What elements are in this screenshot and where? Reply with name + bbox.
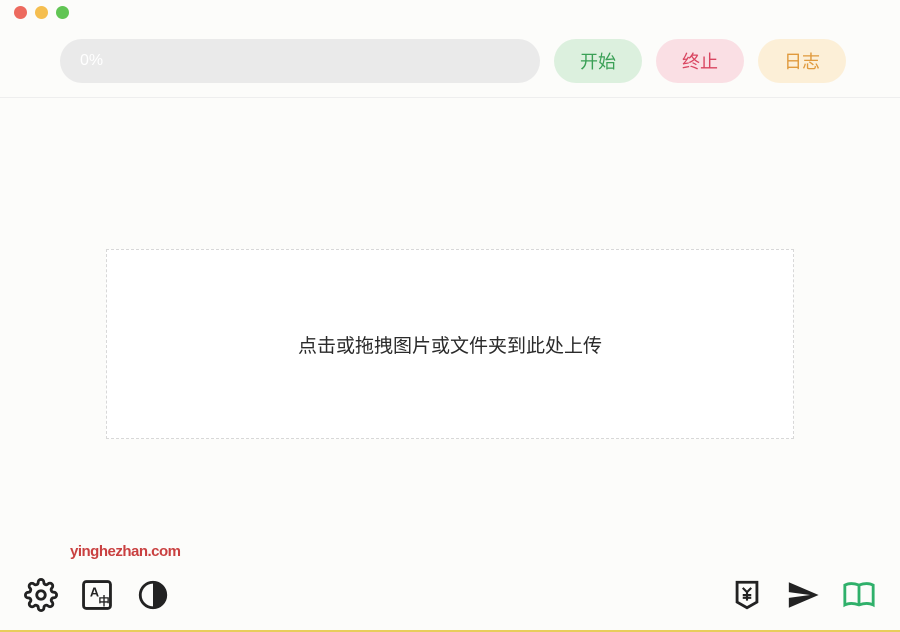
bottom-bar: A 中 xyxy=(0,560,900,630)
start-button[interactable]: 开始 xyxy=(554,39,642,83)
watermark: yinghezhan.com xyxy=(70,543,181,560)
titlebar xyxy=(0,0,900,24)
main-area: 点击或拖拽图片或文件夹到此处上传 xyxy=(0,98,900,560)
settings-icon[interactable] xyxy=(22,576,60,614)
book-icon[interactable] xyxy=(840,576,878,614)
icon-group-right xyxy=(728,576,878,614)
maximize-button[interactable] xyxy=(56,6,69,19)
currency-icon[interactable] xyxy=(728,576,766,614)
progress-bar: 0% xyxy=(60,39,540,83)
dropzone-text: 点击或拖拽图片或文件夹到此处上传 xyxy=(298,331,602,358)
close-button[interactable] xyxy=(14,6,27,19)
send-icon[interactable] xyxy=(784,576,822,614)
svg-text:中: 中 xyxy=(98,594,109,608)
log-button[interactable]: 日志 xyxy=(758,39,846,83)
minimize-button[interactable] xyxy=(35,6,48,19)
stop-button[interactable]: 终止 xyxy=(656,39,744,83)
translate-icon[interactable]: A 中 xyxy=(78,576,116,614)
contrast-icon[interactable] xyxy=(134,576,172,614)
progress-text: 0% xyxy=(80,52,103,70)
upload-dropzone[interactable]: 点击或拖拽图片或文件夹到此处上传 xyxy=(106,249,794,439)
toolbar: 0% 开始 终止 日志 xyxy=(0,24,900,98)
icon-group-left: A 中 xyxy=(22,576,172,614)
